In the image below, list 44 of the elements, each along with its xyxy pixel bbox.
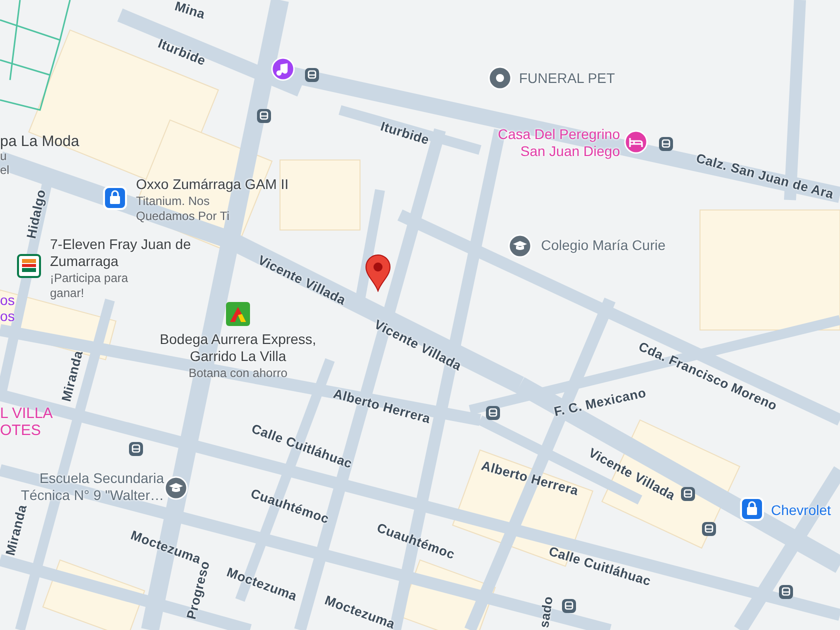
- music-note-icon[interactable]: [271, 57, 295, 81]
- street-label: Calz. San Juan de Ara: [694, 150, 836, 202]
- graduation-cap-icon[interactable]: [508, 234, 532, 258]
- street-label: Hidalgo: [24, 188, 48, 240]
- place-name[interactable]: Oxxo Zumárraga GAM II: [136, 176, 288, 193]
- place-name: u: [0, 150, 7, 164]
- place-name[interactable]: Colegio María Curie: [541, 237, 666, 254]
- place-description: ¡Participa para ganar!: [50, 271, 130, 301]
- street-label: F. C. Mexicano: [552, 384, 648, 420]
- place-name[interactable]: FUNERAL PET: [519, 70, 615, 87]
- bus-stop-icon[interactable]: [659, 137, 673, 151]
- store-logo-icon[interactable]: [226, 302, 250, 326]
- graduation-cap-icon[interactable]: [164, 476, 188, 500]
- place-name: pa La Moda: [0, 133, 80, 150]
- bus-stop-icon[interactable]: [562, 599, 576, 613]
- place-name: os: [0, 292, 15, 308]
- bus-stop-icon[interactable]: [257, 109, 271, 123]
- place-name[interactable]: Bodega Aurrera Express, Garrido La Villa: [148, 331, 328, 365]
- street-label: Alberto Herrera: [480, 458, 580, 498]
- pin-icon[interactable]: [488, 66, 512, 90]
- street-label: Miranda: [2, 502, 30, 558]
- street-label: Mina: [173, 0, 207, 22]
- place-name: L VILLA: [0, 405, 53, 422]
- bus-stop-icon[interactable]: [305, 68, 319, 82]
- place-name: el: [0, 164, 10, 178]
- place-name: os: [0, 308, 15, 324]
- street-label: sado: [536, 595, 556, 629]
- bus-stop-icon[interactable]: [129, 442, 143, 456]
- bus-stop-icon[interactable]: [681, 487, 695, 501]
- bus-stop-icon[interactable]: [779, 585, 793, 599]
- bus-stop-icon[interactable]: [702, 522, 716, 536]
- place-name[interactable]: Chevrolet: [771, 502, 831, 519]
- bed-icon[interactable]: [624, 130, 648, 154]
- street-label: Miranda: [58, 348, 86, 404]
- bus-stop-icon[interactable]: [486, 406, 500, 420]
- place-name[interactable]: 7-Eleven Fray Juan de Zumarraga: [50, 236, 195, 270]
- place-description: Titanium. Nos Quedamos Por Ti: [136, 194, 230, 224]
- place-name[interactable]: Escuela Secundaria Técnica N° 9 "Walter…: [12, 470, 164, 504]
- location-pin-icon: [365, 254, 391, 292]
- store-logo-icon[interactable]: [17, 254, 41, 278]
- place-description: Botana con ahorro: [188, 366, 288, 381]
- place-name[interactable]: Casa Del Peregrino San Juan Diego: [488, 126, 620, 160]
- street-label: Alberto Herrera: [332, 386, 432, 426]
- place-name: OTES: [0, 422, 41, 440]
